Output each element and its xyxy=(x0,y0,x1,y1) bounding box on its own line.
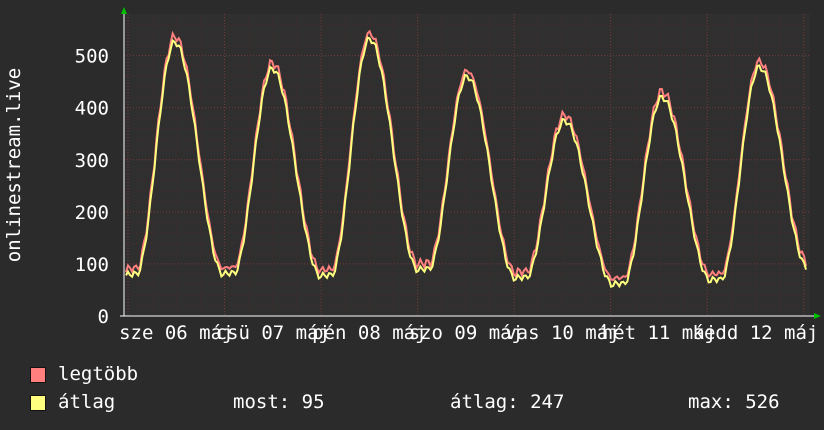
y-tick-label: 200 xyxy=(75,202,109,224)
y-tick-label: 100 xyxy=(75,254,109,276)
legend-row-avg: átlag most: 95 átlag: 247 max: 526 xyxy=(30,391,810,415)
legend-swatch-avg xyxy=(30,395,46,411)
legend-swatch-max xyxy=(30,367,46,383)
x-tick-label: kedd 12 máj xyxy=(693,322,819,344)
chart: 0 100 200 300 400 500 sze 06 májcsü 07 májpén… xyxy=(3,7,821,344)
y-axis-label: onlinestream.live xyxy=(3,68,25,262)
y-tick-label: 0 xyxy=(98,306,109,328)
x-axis-arrow xyxy=(814,313,821,319)
stat-avg: átlag: 247 xyxy=(450,391,565,413)
stat-now: most: 95 xyxy=(233,391,325,413)
y-tick-label: 300 xyxy=(75,150,109,172)
stat-max: max: 526 xyxy=(688,391,780,413)
legend-label-max: legtöbb xyxy=(58,363,139,385)
y-tick-label: 400 xyxy=(75,98,109,120)
y-axis-arrow xyxy=(121,7,127,14)
x-ticks: sze 06 májcsü 07 májpén 08 májszo 09 máj… xyxy=(119,322,818,344)
y-tick-label: 500 xyxy=(75,46,109,68)
y-ticks: 0 100 200 300 400 500 xyxy=(75,46,109,328)
legend-label-avg: átlag xyxy=(58,391,116,413)
legend-row-max: legtöbb xyxy=(30,363,810,387)
